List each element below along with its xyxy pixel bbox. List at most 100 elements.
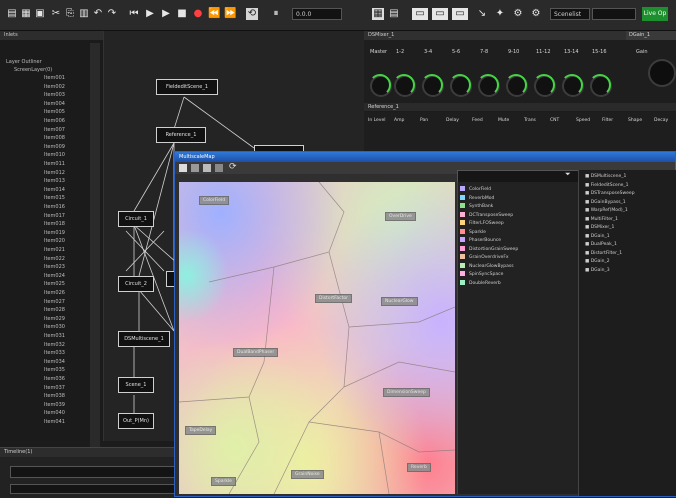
tree-item[interactable]: Item041	[44, 419, 65, 425]
node-scene[interactable]: Scene_1	[118, 377, 154, 393]
tree-item[interactable]: Item037	[44, 385, 65, 391]
tree-scrollbar[interactable]	[90, 43, 100, 448]
tree-item[interactable]: Item030	[44, 324, 65, 330]
tree-item[interactable]: Item026	[44, 290, 65, 296]
scene-tree-item[interactable]: ■ DGain_1	[585, 234, 610, 239]
scene-field[interactable]	[592, 8, 636, 20]
tree-item[interactable]: Item018	[44, 221, 65, 227]
tree-item[interactable]: Item007	[44, 127, 65, 133]
map-node-label[interactable]: DimensionSweep	[383, 388, 430, 397]
save-icon[interactable]: ▣	[34, 8, 46, 20]
preset-list-item[interactable]: FilterLFOSweep	[460, 220, 504, 226]
preset-list-item[interactable]: DCTransposeSweep	[460, 211, 513, 218]
grid-icon[interactable]: ▦	[372, 8, 384, 20]
node-fieldedit-scene[interactable]: FieldeditScene_1	[156, 79, 218, 95]
tree-item[interactable]: Item010	[44, 152, 65, 158]
scene-tree-item[interactable]: ■ DSMixer_1	[585, 225, 614, 230]
tree-item[interactable]: Item028	[44, 307, 65, 313]
preset-list-item[interactable]: DistortionGrainSweep	[460, 245, 518, 252]
tree-item[interactable]: Item024	[44, 273, 65, 279]
time-field[interactable]: 0.0.0	[292, 8, 342, 20]
tree-item[interactable]: Item019	[44, 230, 65, 236]
scene-tree-item[interactable]: ■ DSMultiscene_1	[585, 174, 626, 179]
voronoi-map[interactable]	[179, 182, 455, 494]
tree-item[interactable]: Item001	[44, 75, 65, 81]
tree-item[interactable]: Item031	[44, 333, 65, 339]
scene-tree-item[interactable]: ■ MultiFilter_1	[585, 217, 618, 222]
preset-list-item[interactable]: NuclearGlowBypass	[460, 262, 514, 269]
scene-tree-item[interactable]: ■ WarpRef(Mod)_1	[585, 208, 628, 213]
live-button[interactable]: Live Op	[642, 7, 668, 21]
tree-item[interactable]: Item025	[44, 281, 65, 287]
node-dsmultiscene[interactable]: DSMultiscene_1	[118, 331, 170, 347]
channel-knob[interactable]	[421, 74, 444, 97]
tree-item[interactable]: Item004	[44, 101, 65, 107]
map-node-label[interactable]: ColorField	[199, 196, 230, 205]
tree-item[interactable]: Item006	[44, 118, 65, 124]
tree-root[interactable]: Layer Outliner	[6, 59, 42, 65]
view-icon[interactable]: ▤	[388, 8, 400, 20]
settings-icon[interactable]: ⚙	[512, 8, 524, 20]
map-node-label[interactable]: Sparkle	[211, 477, 236, 486]
copy-icon[interactable]: ⎘	[64, 8, 76, 20]
tree-item[interactable]: Item023	[44, 264, 65, 270]
tree-item[interactable]: Item022	[44, 256, 65, 262]
channel-knob[interactable]	[505, 74, 528, 97]
tree-item[interactable]: Item040	[44, 410, 65, 416]
previous-icon[interactable]: ⏪	[208, 8, 220, 20]
new-icon[interactable]: ▤	[6, 8, 18, 20]
preset-list-item[interactable]: SpinSyncSpace	[460, 271, 503, 277]
tree-item[interactable]: Item027	[44, 299, 65, 305]
paste-icon[interactable]: ▥	[78, 8, 90, 20]
map-node-label[interactable]: TapeDelay	[185, 426, 217, 435]
next-icon[interactable]: ⏩	[224, 8, 236, 20]
tree-item[interactable]: Item011	[44, 161, 65, 167]
map-node-label[interactable]: DistortFactor	[315, 294, 352, 303]
timeline-track[interactable]	[10, 466, 176, 478]
scenelist-dropdown[interactable]: Scenelist	[550, 8, 590, 20]
map-node-label[interactable]: OverDrive	[385, 212, 416, 221]
stop-icon[interactable]: ■	[176, 8, 188, 20]
scene-tree-item[interactable]: ■ DualPeak_1	[585, 242, 617, 247]
play-loop-icon[interactable]: ▶	[160, 8, 172, 20]
tree-item[interactable]: Item009	[44, 144, 65, 150]
scene-tree-item[interactable]: ■ DGainBypass_1	[585, 200, 626, 205]
scene-tree-item[interactable]: ■ DistortFilter_1	[585, 251, 622, 256]
loop-icon[interactable]: ⟲	[246, 8, 258, 20]
tree-item[interactable]: Item005	[44, 109, 65, 115]
node-output[interactable]: Out_P(Mn)	[118, 413, 154, 429]
tree-item[interactable]: Item033	[44, 350, 65, 356]
preset-list-item[interactable]: ReverbMod	[460, 194, 494, 201]
pause-icon[interactable]: ⏸	[270, 8, 282, 20]
preset-list-item[interactable]: DoubleReverb	[460, 279, 501, 286]
node-circuit-2[interactable]: Circuit_2	[118, 276, 154, 292]
channel-knob[interactable]	[449, 74, 472, 97]
tree-sub[interactable]: ScreenLayer(0)	[14, 67, 52, 73]
node-circuit-1[interactable]: Circuit_1	[118, 211, 154, 227]
map-node-label[interactable]: Reverb	[407, 463, 431, 472]
tree-item[interactable]: Item020	[44, 238, 65, 244]
layout-3-icon[interactable]: ▭	[452, 8, 468, 20]
tree-item[interactable]: Item008	[44, 135, 65, 141]
layout-1-icon[interactable]: ▭	[412, 8, 428, 20]
preset-list-item[interactable]: PhaserBounce	[460, 237, 501, 243]
tree-item[interactable]: Item039	[44, 402, 65, 408]
wand-icon[interactable]: ✦	[494, 8, 506, 20]
open-icon[interactable]: ▦	[20, 8, 32, 20]
tree-item[interactable]: Item015	[44, 195, 65, 201]
float-window-title[interactable]: MultiscaleMap	[175, 152, 675, 162]
scene-tree-item[interactable]: ■ FieldeditScene_1	[585, 183, 629, 188]
master-knob[interactable]	[369, 74, 392, 97]
tree-item[interactable]: Item013	[44, 178, 65, 184]
tree-item[interactable]: Item032	[44, 342, 65, 348]
preset-list-item[interactable]: GrainOverdriveFx	[460, 254, 509, 260]
tree-item[interactable]: Item012	[44, 170, 65, 176]
tree-item[interactable]: Item017	[44, 213, 65, 219]
map-icon[interactable]	[215, 164, 223, 172]
tree-item[interactable]: Item038	[44, 393, 65, 399]
tree-item[interactable]: Item029	[44, 316, 65, 322]
add-icon[interactable]	[179, 164, 187, 172]
refresh-icon[interactable]: ⟳	[229, 162, 237, 172]
scene-tree-item[interactable]: ■ DGain_3	[585, 268, 610, 273]
tree-item[interactable]: Item016	[44, 204, 65, 210]
